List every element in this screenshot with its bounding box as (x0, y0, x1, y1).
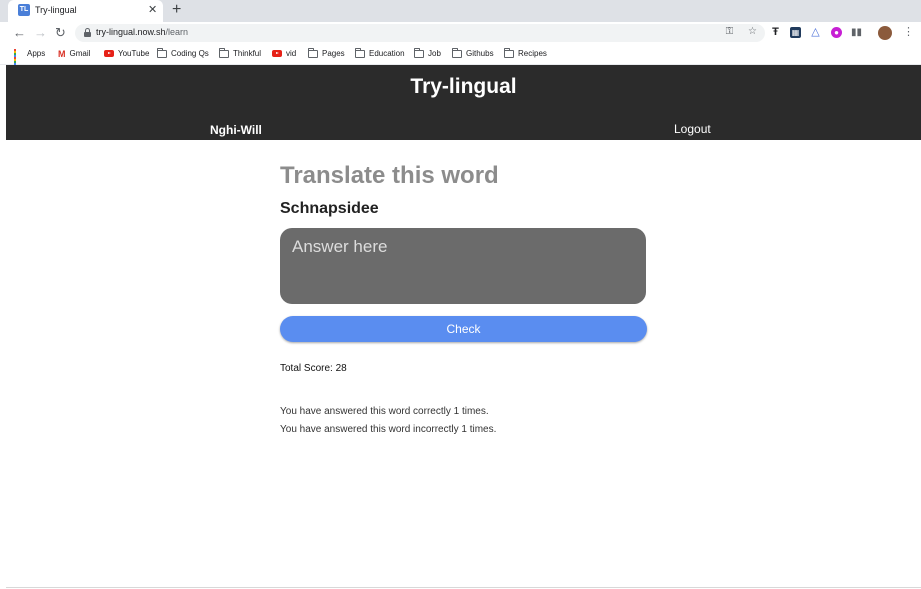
extension-icon[interactable]: ▮▮ (851, 27, 862, 38)
address-bar[interactable]: try-lingual.now.sh/learn ⚿ ☆ (75, 24, 765, 42)
correct-count-text: You have answered this word correctly 1 … (280, 406, 489, 417)
app-header: Try-lingual Nghi-Will Logout (6, 65, 921, 140)
url-text: try-lingual.now.sh/learn (96, 27, 189, 37)
bookmark-apps[interactable]: Apps (14, 49, 45, 68)
user-name: Nghi-Will (210, 123, 262, 137)
kebab-menu-icon[interactable]: ⋮ (903, 25, 914, 38)
reload-icon[interactable]: ↻ (55, 25, 66, 41)
bookmark-recipes[interactable]: Recipes (504, 47, 547, 58)
app-title[interactable]: Try-lingual (6, 75, 921, 99)
tab-close-icon[interactable]: ✕ (148, 3, 157, 17)
back-arrow-icon[interactable]: ← (13, 25, 26, 41)
bookmark-vid[interactable]: vid (272, 49, 296, 58)
lock-icon (84, 28, 91, 37)
bookmark-youtube[interactable]: YouTube (104, 49, 149, 58)
folder-icon (504, 47, 514, 58)
total-score: Total Score: 28 (280, 363, 347, 374)
bookmark-thinkful[interactable]: Thinkful (219, 47, 261, 58)
profile-avatar[interactable] (878, 26, 892, 40)
incorrect-count-text: You have answered this word incorrectly … (280, 424, 497, 435)
folder-icon (157, 47, 167, 58)
star-icon[interactable]: ☆ (748, 26, 757, 37)
tab-favicon-icon: TL (18, 4, 30, 16)
extension-icon[interactable]: Ŧ (770, 27, 781, 38)
forward-arrow-icon[interactable]: → (34, 25, 47, 41)
new-tab-button[interactable]: + (172, 1, 181, 19)
folder-icon (414, 47, 424, 58)
word-to-translate: Schnapsidee (280, 200, 379, 217)
bookmark-job[interactable]: Job (414, 47, 441, 58)
bookmark-coding-qs[interactable]: Coding Qs (157, 47, 209, 58)
folder-icon (452, 47, 462, 58)
footer-divider (6, 587, 921, 588)
apps-grid-icon (14, 49, 23, 68)
bookmark-education[interactable]: Education (355, 47, 405, 58)
bookmark-githubs[interactable]: Githubs (452, 47, 494, 58)
youtube-icon (104, 50, 114, 58)
page-heading: Translate this word (280, 162, 499, 189)
check-button[interactable]: Check (280, 316, 647, 342)
youtube-icon (272, 50, 282, 58)
extension-icon[interactable]: ● (831, 27, 842, 38)
folder-icon (355, 47, 365, 58)
logout-link[interactable]: Logout (674, 122, 711, 136)
extension-icon[interactable]: △ (810, 27, 821, 38)
key-icon[interactable]: ⚿ (726, 26, 734, 37)
folder-icon (308, 47, 318, 58)
browser-toolbar: ← → ↻ try-lingual.now.sh/learn ⚿ ☆ Ŧ ▦ △… (0, 22, 921, 44)
browser-tab[interactable]: TL Try-lingual ✕ (8, 0, 163, 22)
tab-title: Try-lingual (35, 5, 77, 15)
extension-icon[interactable]: ▦ (790, 27, 801, 38)
browser-tab-strip: TL Try-lingual ✕ + (0, 0, 921, 22)
bookmark-gmail[interactable]: M Gmail (58, 49, 90, 59)
folder-icon (219, 47, 229, 58)
gmail-icon: M (58, 49, 66, 59)
bookmarks-bar: Apps M Gmail YouTube Coding Qs Thinkful v… (0, 44, 921, 68)
answer-input[interactable] (280, 228, 646, 304)
bookmark-pages[interactable]: Pages (308, 47, 345, 58)
